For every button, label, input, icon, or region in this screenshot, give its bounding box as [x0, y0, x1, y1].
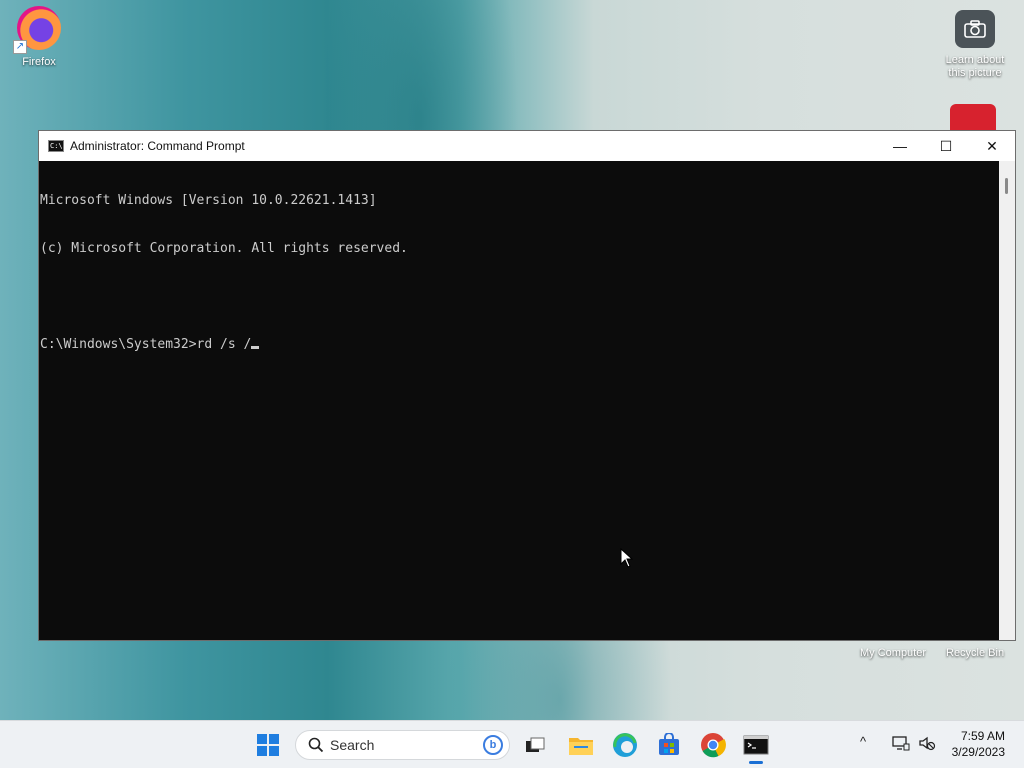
- search-icon: [302, 737, 330, 753]
- edge-icon: [613, 733, 637, 757]
- chrome-button[interactable]: [697, 729, 729, 761]
- console-line: (c) Microsoft Corporation. All rights re…: [40, 241, 408, 256]
- text-cursor: [251, 346, 260, 349]
- microsoft-store-button[interactable]: [653, 729, 685, 761]
- console-command: C:\Windows\System32>rd /s /: [40, 337, 252, 352]
- desktop-icon-my-computer[interactable]: My Computer: [860, 647, 926, 659]
- task-view-button[interactable]: [519, 729, 551, 761]
- shortcut-arrow-icon: ↗: [13, 40, 27, 54]
- console-prompt-line: C:\Windows\System32>rd /s /: [40, 337, 999, 353]
- bing-icon[interactable]: b: [483, 735, 503, 755]
- desktop-icon-label: Learn about this picture: [945, 54, 1005, 79]
- volume-muted-icon[interactable]: [918, 735, 936, 751]
- scrollbar-thumb[interactable]: [1005, 178, 1008, 194]
- chrome-icon: [701, 733, 726, 758]
- command-prompt-icon: C:\: [48, 140, 64, 152]
- firefox-icon: ↗: [13, 6, 61, 54]
- command-prompt-taskbar-button[interactable]: [740, 729, 772, 761]
- desktop-icon-learn-about-picture[interactable]: Learn about this picture: [938, 10, 1012, 80]
- start-icon: [257, 734, 279, 756]
- console-line: Microsoft Windows [Version 10.0.22621.14…: [40, 193, 377, 208]
- file-explorer-button[interactable]: [565, 729, 597, 761]
- command-prompt-icon: [743, 735, 769, 755]
- file-explorer-icon: [569, 738, 593, 755]
- title-bar[interactable]: C:\ Administrator: Command Prompt — ☐ ✕: [39, 131, 1015, 161]
- clock-time: 7:59 AM: [960, 729, 1005, 743]
- taskbar-search-box[interactable]: Search b: [295, 730, 510, 760]
- network-icon[interactable]: [892, 735, 910, 751]
- command-prompt-window[interactable]: C:\ Administrator: Command Prompt — ☐ ✕ …: [38, 130, 1016, 641]
- camera-icon: [955, 10, 995, 48]
- active-app-indicator: [749, 761, 763, 764]
- desktop-icon-recycle-bin[interactable]: Recycle Bin: [946, 647, 1004, 659]
- minimize-button[interactable]: —: [877, 131, 923, 161]
- maximize-button[interactable]: ☐: [923, 131, 969, 161]
- start-button[interactable]: [252, 729, 284, 761]
- close-button[interactable]: ✕: [969, 131, 1015, 161]
- tray-overflow-chevron-icon[interactable]: ^: [860, 734, 866, 749]
- console-output[interactable]: Microsoft Windows [Version 10.0.22621.14…: [39, 161, 999, 640]
- window-controls: — ☐ ✕: [877, 131, 1015, 161]
- taskbar-clock[interactable]: 7:59 AM 3/29/2023: [952, 728, 1005, 760]
- taskbar: Search b: [0, 720, 1024, 768]
- desktop-icon-label: Firefox: [22, 56, 56, 68]
- window-title: Administrator: Command Prompt: [70, 139, 245, 153]
- vertical-scrollbar[interactable]: [999, 161, 1015, 640]
- mouse-pointer-icon: [620, 548, 634, 568]
- clock-date: 3/29/2023: [951, 745, 1005, 759]
- search-placeholder: Search: [330, 737, 375, 753]
- edge-button[interactable]: [609, 729, 641, 761]
- task-view-icon: [526, 737, 545, 752]
- desktop-icon-firefox[interactable]: ↗ Firefox: [10, 6, 68, 69]
- store-icon: [659, 733, 679, 755]
